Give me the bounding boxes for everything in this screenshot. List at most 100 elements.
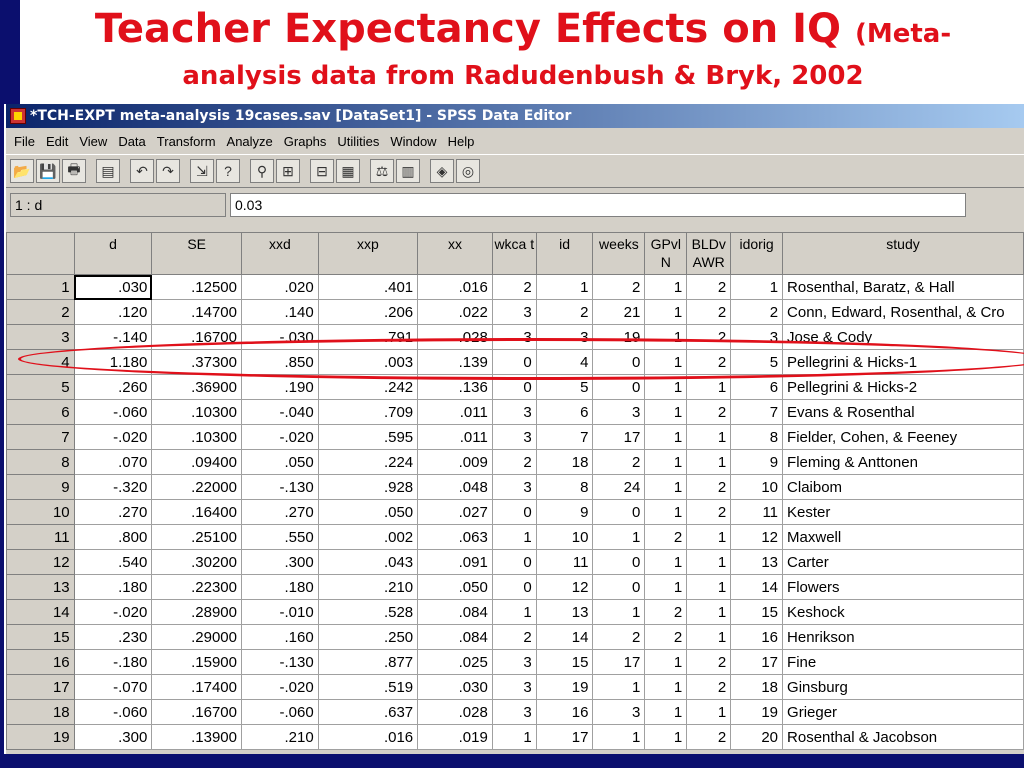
data-cell[interactable]: 1 <box>686 374 732 400</box>
data-cell[interactable]: 1 <box>644 724 688 750</box>
data-cell[interactable]: 13 <box>730 549 784 575</box>
data-cell[interactable]: 13 <box>535 599 594 625</box>
data-cell[interactable]: .084 <box>417 624 493 650</box>
data-cell[interactable]: Conn, Edward, Rosenthal, & Cro <box>782 299 1024 325</box>
data-cell[interactable]: .063 <box>417 524 493 550</box>
data-cell[interactable]: .300 <box>73 724 153 750</box>
data-cell[interactable]: 3 <box>491 649 537 675</box>
data-cell[interactable]: 2 <box>686 649 732 675</box>
data-cell[interactable]: .270 <box>73 499 153 525</box>
data-cell[interactable]: .048 <box>417 474 493 500</box>
data-cell[interactable]: 15 <box>535 649 594 675</box>
column-header-xx[interactable]: xx <box>417 232 493 275</box>
data-cell[interactable]: -.010 <box>241 599 319 625</box>
value-labels-icon[interactable]: ◈ <box>430 159 454 183</box>
data-cell[interactable]: .25100 <box>151 524 242 550</box>
data-cell[interactable]: .016 <box>417 274 493 300</box>
data-cell[interactable]: Grieger <box>782 699 1024 725</box>
data-cell[interactable]: .011 <box>417 424 493 450</box>
row-header[interactable]: 7 <box>6 424 75 450</box>
data-cell[interactable]: .242 <box>317 374 419 400</box>
grid-corner[interactable] <box>6 232 75 275</box>
row-header[interactable]: 16 <box>6 649 75 675</box>
data-cell[interactable]: 2 <box>686 724 732 750</box>
data-cell[interactable]: 8 <box>730 424 784 450</box>
data-cell[interactable]: 2 <box>686 349 732 375</box>
data-cell[interactable]: 2 <box>730 299 784 325</box>
row-header[interactable]: 1 <box>6 274 75 300</box>
data-cell[interactable]: 1 <box>686 449 732 475</box>
data-cell[interactable]: -.180 <box>73 649 153 675</box>
data-cell[interactable]: 2 <box>491 624 537 650</box>
data-cell[interactable]: Maxwell <box>782 524 1024 550</box>
select-cases-icon[interactable]: ▥ <box>396 159 420 183</box>
data-cell[interactable]: Flowers <box>782 574 1024 600</box>
data-cell[interactable]: .028 <box>417 699 493 725</box>
data-cell[interactable]: 1 <box>730 274 784 300</box>
data-cell[interactable]: 0 <box>491 574 537 600</box>
data-cell[interactable]: -.070 <box>73 674 153 700</box>
data-cell[interactable]: .22300 <box>151 574 242 600</box>
data-cell[interactable]: Pellegrini & Hicks-2 <box>782 374 1024 400</box>
dialog-recall-icon[interactable]: ▤ <box>96 159 120 183</box>
data-cell[interactable]: .190 <box>241 374 319 400</box>
data-cell[interactable]: 7 <box>535 424 594 450</box>
data-cell[interactable]: Claibom <box>782 474 1024 500</box>
data-cell[interactable]: 0 <box>491 349 537 375</box>
data-cell[interactable]: 1 <box>535 274 594 300</box>
row-header[interactable]: 3 <box>6 324 75 350</box>
data-cell[interactable]: .016 <box>317 724 419 750</box>
menu-file[interactable]: File <box>10 134 42 149</box>
data-cell[interactable]: .030 <box>417 674 493 700</box>
data-cell[interactable]: 1 <box>644 649 688 675</box>
column-header-gpvln[interactable]: GPvl N <box>644 232 688 275</box>
data-cell[interactable]: 0 <box>491 549 537 575</box>
data-cell[interactable]: 3 <box>592 699 646 725</box>
window-titlebar[interactable]: *TCH-EXPT meta-analysis 19cases.sav [Dat… <box>6 104 1024 128</box>
row-header[interactable]: 6 <box>6 399 75 425</box>
data-cell[interactable]: .09400 <box>151 449 242 475</box>
row-header[interactable]: 17 <box>6 674 75 700</box>
data-cell[interactable]: 14 <box>535 624 594 650</box>
data-cell[interactable]: 19 <box>730 699 784 725</box>
goto-case-icon[interactable]: ⇲ <box>190 159 214 183</box>
data-cell[interactable]: 1 <box>592 724 646 750</box>
data-cell[interactable]: 6 <box>730 374 784 400</box>
row-header[interactable]: 5 <box>6 374 75 400</box>
data-cell[interactable]: .13900 <box>151 724 242 750</box>
row-header[interactable]: 12 <box>6 549 75 575</box>
data-cell[interactable]: 2 <box>686 474 732 500</box>
row-header[interactable]: 10 <box>6 499 75 525</box>
column-header-d[interactable]: d <box>73 232 153 275</box>
data-cell[interactable]: .084 <box>417 599 493 625</box>
data-cell[interactable]: 1 <box>644 499 688 525</box>
data-cell[interactable]: Rosenthal, Baratz, & Hall <box>782 274 1024 300</box>
menu-view[interactable]: View <box>75 134 114 149</box>
save-icon[interactable]: 💾 <box>36 159 60 183</box>
data-cell[interactable]: 9 <box>730 449 784 475</box>
data-cell[interactable]: .791 <box>317 324 419 350</box>
data-cell[interactable]: .022 <box>417 299 493 325</box>
data-cell[interactable]: .160 <box>241 624 319 650</box>
data-cell[interactable]: 20 <box>730 724 784 750</box>
data-cell[interactable]: .050 <box>317 499 419 525</box>
variables-icon[interactable]: ? <box>216 159 240 183</box>
data-cell[interactable]: 3 <box>730 324 784 350</box>
menu-analyze[interactable]: Analyze <box>223 134 280 149</box>
data-cell[interactable]: Evans & Rosenthal <box>782 399 1024 425</box>
data-cell[interactable]: -.320 <box>73 474 153 500</box>
split-file-icon[interactable]: ▦ <box>336 159 360 183</box>
data-cell[interactable]: 3 <box>491 699 537 725</box>
data-cell[interactable]: 3 <box>491 424 537 450</box>
data-cell[interactable]: .050 <box>417 574 493 600</box>
data-cell[interactable]: .070 <box>73 449 153 475</box>
data-cell[interactable]: 8 <box>535 474 594 500</box>
data-cell[interactable]: .002 <box>317 524 419 550</box>
data-cell[interactable]: 1 <box>644 424 688 450</box>
data-cell[interactable]: Rosenthal & Jacobson <box>782 724 1024 750</box>
column-header-xxp[interactable]: xxp <box>317 232 419 275</box>
data-cell[interactable]: .210 <box>241 724 319 750</box>
data-cell[interactable]: 5 <box>730 349 784 375</box>
data-cell[interactable]: 0 <box>592 499 646 525</box>
data-cell[interactable]: .091 <box>417 549 493 575</box>
